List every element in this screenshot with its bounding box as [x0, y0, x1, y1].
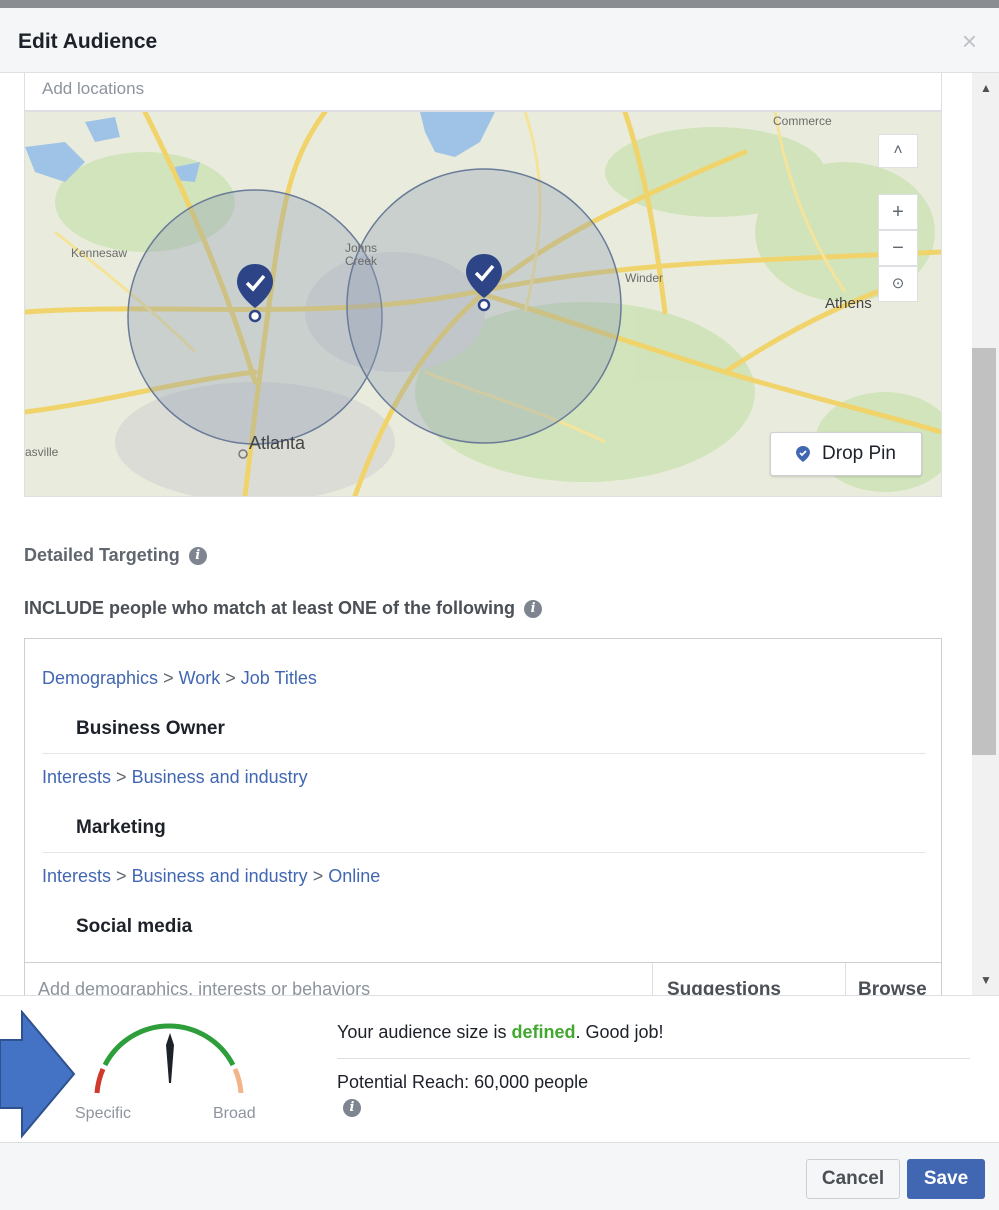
svg-text:Atlanta: Atlanta	[249, 433, 306, 453]
path-separator: >	[312, 866, 329, 886]
drop-pin-label: Drop Pin	[822, 443, 896, 464]
detailed-targeting-input[interactable]: Add demographics, interests or behaviors…	[24, 963, 942, 995]
path-separator: >	[116, 767, 132, 787]
targeting-path: Interests > Business and industry > Onli…	[42, 866, 380, 887]
include-label: INCLUDE people who match at least ONE of…	[24, 598, 516, 618]
divider	[42, 753, 926, 754]
path-link[interactable]: Online	[328, 866, 380, 886]
browse-button[interactable]: Browse	[845, 963, 941, 995]
info-icon[interactable]: i	[343, 1099, 361, 1117]
targeting-path: Interests > Business and industry	[42, 767, 308, 788]
svg-text:Athens: Athens	[825, 295, 872, 312]
info-icon[interactable]: i	[188, 547, 207, 566]
path-separator: >	[163, 668, 179, 688]
scrollbar-thumb[interactable]	[972, 348, 996, 755]
pin-icon	[796, 446, 811, 462]
audience-size-prefix: Your audience size is	[337, 1022, 512, 1042]
targeting-list: Demographics > Work > Job Titles Busines…	[24, 638, 942, 963]
svg-text:Johns: Johns	[345, 241, 377, 255]
path-link[interactable]: Business and industry	[132, 767, 308, 787]
window-top-strip	[0, 0, 999, 8]
info-icon[interactable]: i	[524, 600, 543, 619]
path-link[interactable]: Interests	[42, 767, 111, 787]
suggestions-button[interactable]: Suggestions	[651, 963, 795, 995]
save-button[interactable]: Save	[907, 1159, 985, 1199]
gauge-broad-label: Broad	[213, 1105, 256, 1122]
dialog-title: Edit Audience	[18, 30, 158, 53]
path-link[interactable]: Work	[179, 668, 221, 688]
audience-size-status: defined	[511, 1022, 576, 1042]
scroll-down-icon[interactable]: ▼	[980, 973, 992, 987]
path-link[interactable]: Business and industry	[132, 866, 308, 886]
add-locations-input[interactable]: Add locations	[24, 73, 942, 111]
svg-text:Commerce: Commerce	[773, 114, 832, 128]
divider	[42, 852, 926, 853]
targeting-item[interactable]: Marketing	[76, 817, 166, 839]
svg-text:asville: asville	[25, 445, 59, 459]
divider	[337, 1058, 970, 1059]
scrollbar[interactable]: ▲ ▼	[972, 73, 999, 995]
path-separator: >	[116, 866, 132, 886]
targeting-item[interactable]: Social media	[76, 916, 192, 938]
recenter-icon[interactable]: ⊙	[878, 266, 918, 302]
close-icon[interactable]: ×	[962, 26, 977, 57]
path-link[interactable]: Job Titles	[241, 668, 317, 688]
detailed-targeting-placeholder: Add demographics, interests or behaviors	[38, 979, 371, 995]
scroll-up-icon[interactable]: ▲	[980, 81, 992, 95]
dialog-footer: Cancel Save	[0, 1142, 999, 1210]
path-link[interactable]: Demographics	[42, 668, 158, 688]
cancel-button[interactable]: Cancel	[806, 1159, 900, 1199]
collapse-map-button[interactable]: ˄	[878, 134, 918, 168]
detailed-targeting-heading: Detailed Targeting i	[24, 545, 207, 566]
zoom-in-button[interactable]: +	[878, 194, 918, 230]
detailed-targeting-label: Detailed Targeting	[24, 545, 180, 565]
potential-reach: Potential Reach: 60,000 people i	[337, 1072, 588, 1117]
location-map[interactable]: Kennesaw Johns Creek Winder Commerce Ath…	[24, 111, 942, 497]
targeting-path: Demographics > Work > Job Titles	[42, 668, 317, 689]
path-link[interactable]: Interests	[42, 866, 111, 886]
potential-reach-label: Potential Reach: 60,000 people	[337, 1072, 589, 1092]
audience-size-text: Your audience size is defined. Good job!	[337, 1022, 664, 1043]
dialog-body[interactable]: Add locations Kennesaw Johns Creek Winde…	[0, 73, 999, 995]
audience-size-suffix: . Good job!	[575, 1022, 664, 1042]
drop-pin-button[interactable]: Drop Pin	[770, 432, 922, 476]
targeting-item[interactable]: Business Owner	[76, 718, 225, 740]
zoom-out-button[interactable]: −	[878, 230, 918, 266]
arrow-annotation-icon	[0, 1010, 76, 1139]
gauge-specific-label: Specific	[75, 1105, 132, 1122]
svg-text:Creek: Creek	[345, 254, 378, 268]
dialog-header: Edit Audience ×	[0, 8, 999, 73]
include-heading: INCLUDE people who match at least ONE of…	[24, 598, 543, 619]
path-separator: >	[225, 668, 241, 688]
svg-text:Kennesaw: Kennesaw	[71, 246, 127, 260]
svg-text:Winder: Winder	[625, 271, 663, 285]
